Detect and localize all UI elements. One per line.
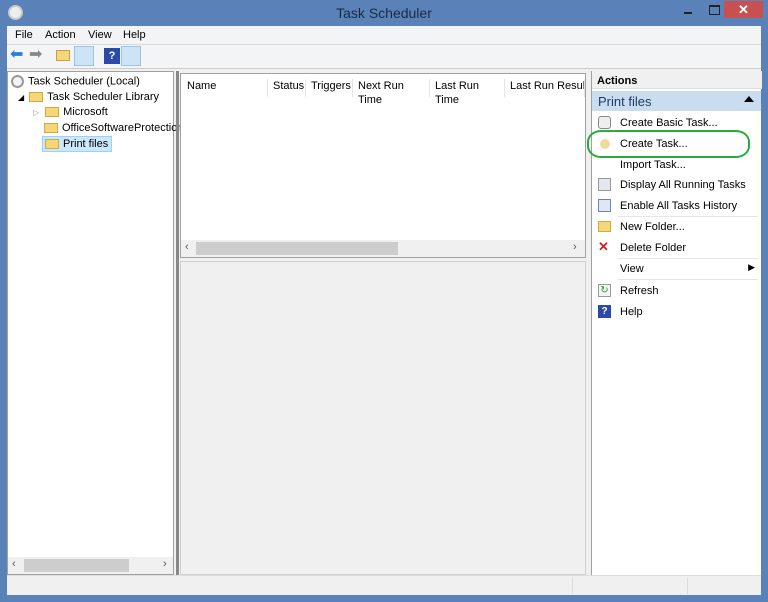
- action-new-folder[interactable]: New Folder...: [592, 217, 761, 237]
- tree-item-microsoft[interactable]: ▷ Microsoft: [33, 106, 108, 118]
- tree-horizontal-scrollbar[interactable]: ‹ ›: [8, 557, 173, 574]
- status-divider: [572, 578, 573, 594]
- action-label: Refresh: [620, 285, 659, 297]
- tree-item-library[interactable]: ◢ Task Scheduler Library: [18, 91, 159, 103]
- action-label: Delete Folder: [620, 242, 687, 254]
- action-view[interactable]: View ▶: [592, 259, 761, 279]
- action-delete-folder[interactable]: ✕ Delete Folder: [592, 238, 761, 258]
- show-hide-action-pane-icon[interactable]: [121, 46, 141, 66]
- toolbar: ⬅ ➡ ?: [7, 45, 761, 69]
- clock-icon: [11, 75, 24, 88]
- tree-item-officesoftwareprotection[interactable]: OfficeSoftwareProtection: [44, 122, 183, 134]
- separator: [618, 279, 758, 280]
- tree-label: Task Scheduler Library: [47, 91, 160, 103]
- task-list: Name Status Triggers Next Run Time Last …: [180, 73, 586, 258]
- action-import-task[interactable]: Import Task...: [592, 155, 761, 175]
- folder-icon: [45, 107, 60, 118]
- delete-icon: ✕: [598, 239, 609, 254]
- scroll-right-icon[interactable]: ›: [163, 558, 167, 570]
- scroll-right-icon[interactable]: ›: [573, 241, 577, 253]
- close-button[interactable]: ✕: [724, 1, 763, 18]
- tree-item-print-files[interactable]: Print files: [42, 136, 113, 152]
- section-title: Print files: [598, 94, 652, 109]
- action-enable-history[interactable]: Enable All Tasks History: [592, 196, 761, 216]
- folder-icon: [44, 123, 58, 134]
- collapsed-icon[interactable]: ▷: [33, 108, 39, 117]
- window-title: Task Scheduler: [336, 5, 432, 21]
- scroll-thumb[interactable]: [24, 559, 129, 572]
- menu-view[interactable]: View: [88, 29, 112, 41]
- actions-header: Actions: [592, 71, 762, 89]
- help-icon: ?: [598, 305, 611, 318]
- scroll-left-icon[interactable]: ‹: [185, 241, 189, 253]
- running-tasks-icon: [598, 178, 611, 191]
- up-folder-icon[interactable]: [56, 50, 70, 61]
- scroll-thumb[interactable]: [196, 242, 398, 255]
- list-horizontal-scrollbar[interactable]: ‹ ›: [181, 240, 585, 257]
- menu-help[interactable]: Help: [123, 29, 146, 41]
- action-help[interactable]: ? Help: [592, 302, 761, 322]
- new-folder-icon: [598, 221, 611, 232]
- history-icon: [598, 199, 611, 212]
- action-label: New Folder...: [620, 221, 685, 233]
- column-header-name[interactable]: Name: [182, 79, 268, 97]
- tree-label: OfficeSoftwareProtection: [62, 122, 184, 134]
- column-header-next-run-time[interactable]: Next Run Time: [353, 79, 430, 106]
- column-header-status[interactable]: Status: [268, 79, 306, 97]
- folder-icon: [45, 139, 59, 150]
- column-header-triggers[interactable]: Triggers: [306, 79, 353, 97]
- submenu-arrow-icon: ▶: [748, 262, 755, 272]
- action-label: Import Task...: [620, 159, 686, 171]
- title-bar: Task Scheduler ✕: [0, 0, 768, 26]
- status-bar: [7, 575, 761, 595]
- maximize-button[interactable]: [709, 5, 720, 15]
- collapse-icon[interactable]: [744, 96, 754, 102]
- task-detail-pane: [180, 261, 586, 575]
- minimize-button[interactable]: [682, 6, 696, 20]
- menu-bar: File Action View Help: [7, 26, 761, 45]
- menu-action[interactable]: Action: [45, 29, 76, 41]
- action-label: Create Basic Task...: [620, 117, 718, 129]
- basic-task-icon: [598, 116, 611, 129]
- expanded-icon[interactable]: ◢: [18, 93, 24, 102]
- action-display-running-tasks[interactable]: Display All Running Tasks: [592, 175, 761, 195]
- column-header-last-run-time[interactable]: Last Run Time: [430, 79, 505, 106]
- help-icon[interactable]: ?: [104, 48, 120, 64]
- refresh-icon: ↻: [598, 284, 611, 297]
- show-hide-console-tree-icon[interactable]: [74, 46, 94, 66]
- pane-splitter[interactable]: [176, 71, 179, 575]
- action-label: Help: [620, 306, 643, 318]
- tree-label: Task Scheduler (Local): [28, 75, 140, 88]
- forward-icon[interactable]: ➡: [29, 47, 45, 64]
- action-refresh[interactable]: ↻ Refresh: [592, 281, 761, 301]
- action-label: View: [620, 263, 644, 275]
- tree-label: Microsoft: [63, 106, 108, 118]
- tree-label: Print files: [63, 138, 109, 150]
- actions-section-header[interactable]: Print files: [592, 91, 761, 111]
- status-divider: [687, 578, 688, 594]
- action-label: Enable All Tasks History: [620, 200, 738, 212]
- menu-file[interactable]: File: [15, 29, 33, 41]
- column-header-last-run-result[interactable]: Last Run Result: [505, 79, 585, 97]
- folder-clock-icon: [29, 92, 44, 103]
- create-task-highlight-annotation: [587, 130, 750, 158]
- back-icon[interactable]: ⬅: [10, 47, 26, 64]
- action-label: Display All Running Tasks: [620, 179, 746, 191]
- tree-item-root[interactable]: Task Scheduler (Local): [11, 75, 140, 88]
- console-tree: Task Scheduler (Local) ◢ Task Scheduler L…: [7, 71, 183, 575]
- scroll-left-icon[interactable]: ‹: [12, 558, 16, 570]
